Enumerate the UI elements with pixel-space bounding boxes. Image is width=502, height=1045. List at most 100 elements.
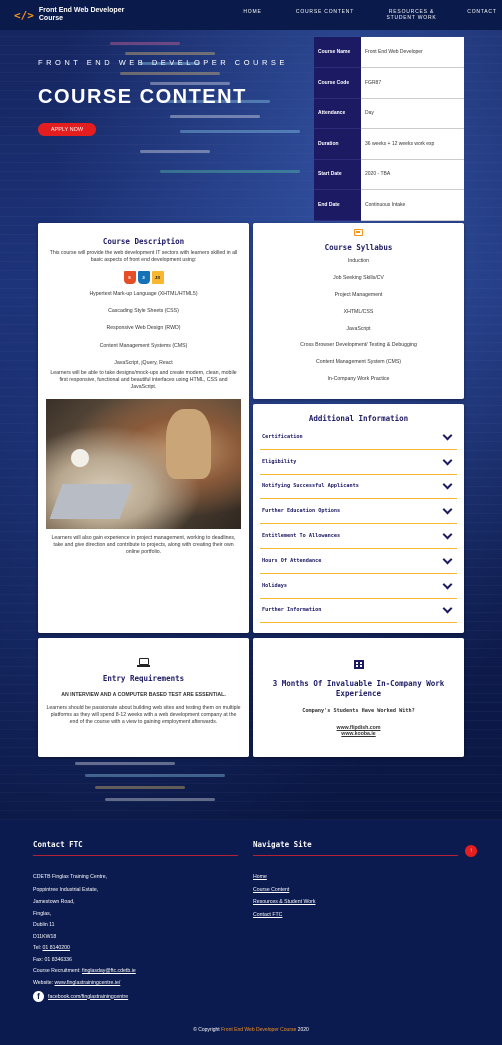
website-link[interactable]: www.finglastrainingcentre.ie/ [55, 980, 121, 986]
html5-icon: 5 [123, 271, 136, 284]
entry-bold-text: AN INTERVIEW AND A COMPUTER BASED TEST A… [61, 692, 226, 698]
work-experience-card: 3 Months Of Invaluable In-Company Work E… [253, 638, 464, 757]
list-item: Cascading Style Sheets (CSS) [108, 308, 179, 315]
entry-para: Learners should be passionate about buil… [46, 705, 241, 725]
list-item: Hypertext Mark-up Language (XHTML/HTML5) [89, 291, 198, 297]
nav-link-contact[interactable]: CONTACT [462, 9, 502, 21]
facebook-link[interactable]: facebook.com/finglastrainingcentre [48, 994, 128, 1000]
accordion-holidays[interactable]: Holidays [260, 574, 457, 599]
navigate-heading: Navigate Site [253, 840, 312, 849]
css3-icon: 3 [137, 271, 150, 284]
tel-link[interactable]: 01 8140200 [43, 945, 70, 951]
description-para: Learners will also gain experience in pr… [51, 534, 236, 555]
nav-links: HOME COURSE CONTENT RESOURCES & STUDENT … [210, 9, 502, 21]
entry-requirements-card: Entry Requirements AN INTERVIEW AND A CO… [38, 638, 249, 757]
hero-subtitle: FRONT END WEB DEVELOPER COURSE [38, 58, 288, 67]
description-intro: This course will provide the web develop… [49, 250, 238, 263]
copyright: © Copyright Front End Web Developer Cour… [193, 1027, 309, 1033]
contact-heading: Contact FTC [33, 840, 83, 849]
chevron-down-icon [442, 430, 453, 441]
footer-nav-course-content[interactable]: Course Content [253, 887, 289, 893]
site-title: Front End Web Developer Course [38, 7, 125, 22]
work-experience-subtitle: Company's Students Have Worked With? [302, 708, 415, 714]
back-to-top-button[interactable]: ↑ [465, 845, 477, 857]
building-icon [353, 660, 364, 669]
site-logo[interactable]: </> Front End Web Developer Course [14, 7, 198, 23]
list-item: Project Management [334, 291, 383, 298]
info-row: Course Code FGR87 [314, 67, 464, 99]
info-row: Duration 36 weeks + 12 weeks work exp [314, 128, 464, 160]
person-shape [166, 408, 211, 479]
address-line: Jamestown Road, [33, 899, 75, 905]
list-item: Cross Browser Development/ Testing & Deb… [300, 342, 417, 349]
course-syllabus-card: Course Syllabus Induction Job Seeking Sk… [253, 223, 464, 399]
additional-info-card: Additional Information Certification Eli… [253, 404, 464, 633]
description-para: Learners will be able to take designs/mo… [50, 369, 237, 390]
footer-nav-home[interactable]: Home [253, 874, 267, 880]
apply-now-button[interactable]: APPLY NOW [38, 123, 96, 136]
list-item: Content Management System (CMS) [315, 359, 402, 366]
footer-nav-resources[interactable]: Resources & Student Work [253, 899, 315, 905]
chevron-down-icon [442, 504, 453, 515]
javascript-icon: JS [151, 271, 164, 284]
tel-line: Tel: 01 8140200 [33, 945, 70, 951]
course-syllabus-title: Course Syllabus [324, 243, 393, 252]
chevron-down-icon [442, 579, 453, 590]
facebook-line[interactable]: f facebook.com/finglastrainingcentre [33, 991, 128, 1002]
info-row: End Date Continuous Intake [314, 189, 464, 221]
address-line: CDETB Finglas Training Centre, [33, 874, 108, 880]
accordion-further-information[interactable]: Further Information [260, 599, 457, 624]
chevron-down-icon [442, 455, 453, 466]
coffee-cup-shape [71, 448, 89, 467]
navigate-divider [253, 855, 458, 856]
course-description-title: Course Description [102, 237, 185, 246]
accordion-allowances[interactable]: Entitlement To Allowances [260, 524, 457, 549]
accordion-further-education[interactable]: Further Education Options [260, 499, 457, 525]
nav-link-resources[interactable]: RESOURCES & STUDENT WORK [379, 9, 444, 21]
nav-link-home[interactable]: HOME [230, 9, 275, 21]
copyright-brand-link[interactable]: Front End Web Developer Course [221, 1027, 296, 1033]
chevron-down-icon [442, 480, 453, 490]
list-item: XHTML/CSS [343, 308, 374, 315]
list-item: JavaScript, jQuery, React [114, 359, 173, 366]
accordion-hours[interactable]: Hours Of Attendance [260, 549, 457, 574]
entry-requirements-title: Entry Requirements [102, 674, 185, 683]
address-line: Dublin 11 [33, 922, 55, 928]
course-info-table: Course Name Front End Web Developer Cours… [314, 37, 464, 221]
syllabus-icon [354, 229, 363, 236]
company-link-kooba[interactable]: www.kooba.ie [263, 731, 454, 738]
work-experience-title: 3 Months Of Invaluable In-Company Work E… [272, 679, 445, 698]
laptop-shape [49, 483, 133, 519]
info-row: Course Name Front End Web Developer [314, 37, 464, 68]
nav-link-course-content[interactable]: COURSE CONTENT [285, 9, 365, 21]
accordion-notifying-applicants[interactable]: Notifying Successful Applicants [260, 475, 457, 500]
laptop-icon [136, 658, 150, 667]
info-row: Attendance Day [314, 98, 464, 129]
additional-info-title: Additional Information [308, 414, 409, 423]
list-item: JavaScript [346, 325, 371, 332]
top-nav: </> Front End Web Developer Course HOME … [0, 0, 502, 30]
accordion-certification[interactable]: Certification [260, 425, 457, 450]
students-photo [46, 398, 241, 529]
address-line: Finglas, [33, 911, 52, 917]
address-line: Poppintree Industrial Estate, [33, 887, 99, 893]
tech-list: Hypertext Mark-up Language (XHTML/HTML5)… [46, 291, 241, 366]
syllabus-list: Induction Job Seeking Skills/CV Project … [261, 258, 456, 382]
recruitment-line: Course Recruitment: finglasday@ftc.cdetb… [33, 968, 136, 974]
list-item: Responsive Web Design (RWD) [106, 325, 181, 332]
chevron-down-icon [442, 604, 453, 614]
list-item: Job Seeking Skills/CV [333, 274, 384, 281]
website-line: Website: www.finglastrainingcentre.ie/ [33, 980, 121, 986]
chevron-down-icon [442, 554, 453, 565]
page-title: COURSE CONTENT [38, 86, 247, 108]
contact-divider [33, 855, 238, 856]
list-item: Content Management Systems (CMS) [99, 342, 188, 349]
footer-nav-contact[interactable]: Contact FTC [253, 912, 282, 918]
recruitment-email-link[interactable]: finglasday@ftc.cdetb.ie [82, 968, 136, 974]
footer: Contact FTC Navigate Site [0, 820, 502, 1045]
accordion-eligibility[interactable]: Eligibility [260, 450, 457, 475]
facebook-icon: f [33, 991, 44, 1002]
code-icon: </> [14, 8, 34, 22]
list-item: In-Company Work Practice [327, 376, 390, 383]
course-description-card: Course Description This course will prov… [38, 223, 249, 633]
